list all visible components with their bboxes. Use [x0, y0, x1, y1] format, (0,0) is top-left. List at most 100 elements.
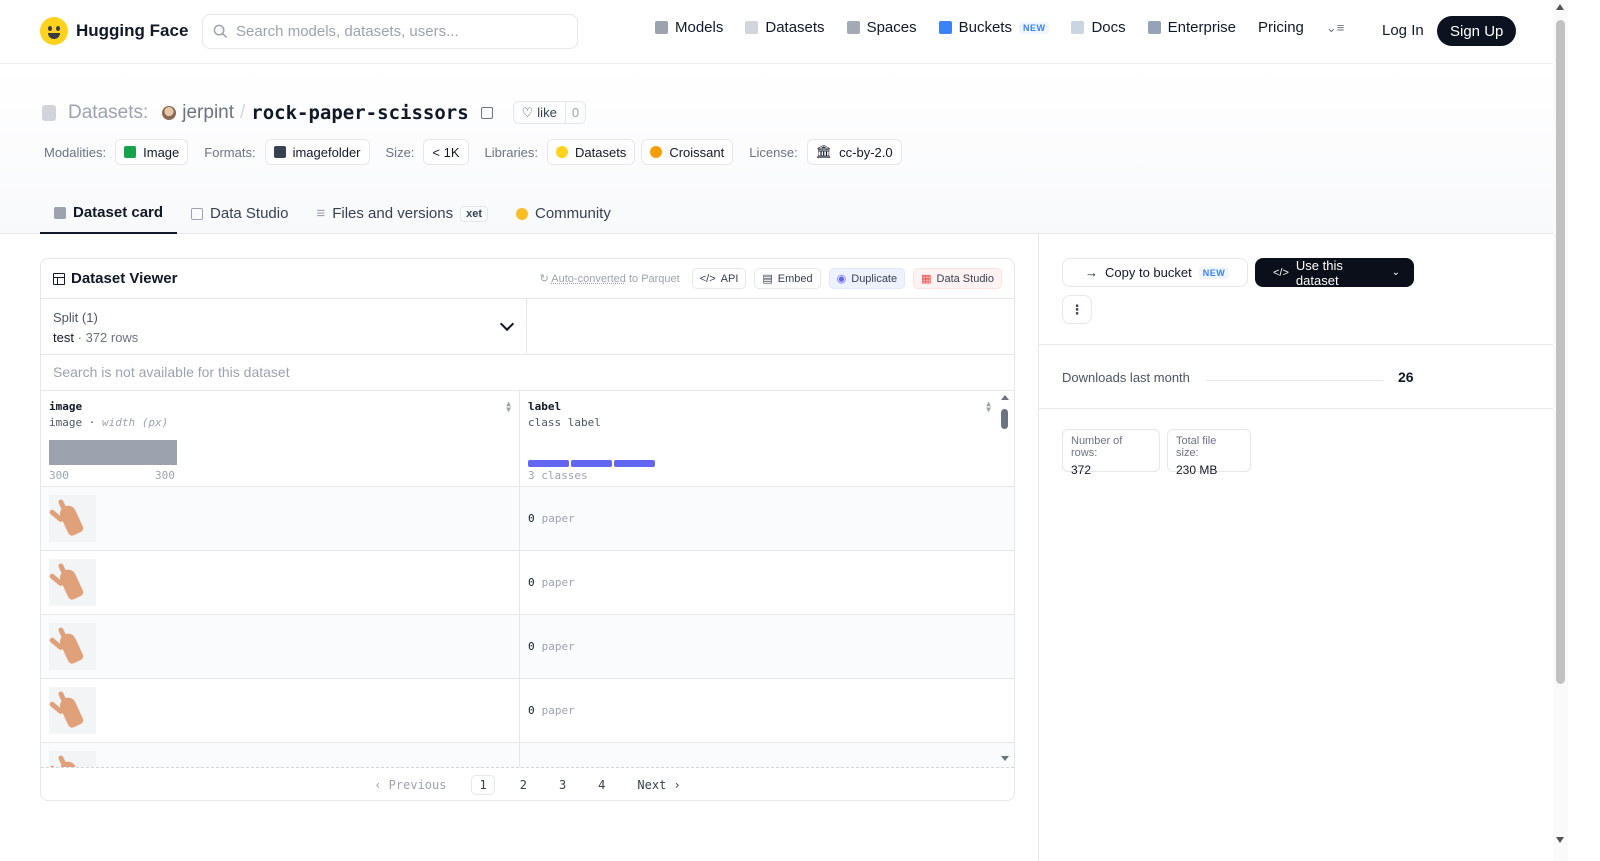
sort-icon[interactable]: ▲ ▼	[986, 400, 991, 414]
book-icon	[1071, 21, 1085, 34]
image-thumbnail[interactable]	[49, 687, 96, 734]
width-histogram	[49, 440, 177, 465]
nav-buckets[interactable]: Buckets NEW	[938, 19, 1050, 36]
auto-converted-note[interactable]: ↻ Auto-converted to Parquet	[540, 272, 680, 285]
dataset-metadata: Modalities: Image Formats: imagefolder S…	[44, 139, 918, 165]
section-prefix[interactable]: Datasets:	[68, 102, 148, 124]
repo-tabs: Dataset card Data Studio ≡ Files and vers…	[40, 193, 625, 234]
class-distribution	[528, 460, 655, 467]
data-studio-button[interactable]: ▦ Data Studio	[913, 268, 1002, 289]
tab-data-studio[interactable]: Data Studio	[177, 193, 302, 234]
owner-link[interactable]: jerpint	[182, 102, 234, 124]
divider	[1039, 344, 1553, 345]
croissant-icon	[650, 146, 663, 158]
page-2-button[interactable]: 2	[513, 776, 534, 794]
community-icon	[516, 207, 528, 220]
xet-badge: xet	[460, 205, 488, 222]
downloads-label: Downloads last month	[1062, 370, 1190, 385]
database-icon	[745, 21, 759, 34]
tab-files[interactable]: ≡ Files and versions xet	[302, 193, 502, 234]
tab-dataset-card[interactable]: Dataset card	[40, 193, 178, 234]
cube-icon	[655, 21, 668, 34]
like-button[interactable]: ♡ like 0	[512, 101, 587, 124]
brand-name: Hugging Face	[76, 21, 189, 40]
more-options-button[interactable]: ⋮	[1062, 295, 1092, 324]
copy-icon[interactable]	[480, 106, 493, 119]
login-link[interactable]: Log In	[1382, 22, 1424, 39]
size-chip[interactable]: < 1K	[423, 139, 469, 165]
repo-title: Datasets: jerpint / rock-paper-scissors …	[42, 101, 587, 124]
page-4-button[interactable]: 4	[591, 776, 612, 794]
image-icon	[124, 146, 137, 158]
code-icon: </>	[1273, 266, 1289, 279]
license-chip[interactable]: 🏛 cc-by-2.0	[806, 139, 902, 165]
image-thumbnail[interactable]	[49, 495, 96, 542]
downloads-sparkline	[1206, 380, 1383, 381]
data-table: image image · width (px) ▲ ▼ 300 300 labe…	[41, 391, 1014, 767]
search-input[interactable]	[236, 23, 556, 40]
hugging-face-logo-icon	[40, 17, 68, 45]
bank-icon: 🏛	[815, 144, 833, 159]
nav-spaces[interactable]: Spaces	[846, 19, 917, 36]
split-selector[interactable]: Split (1) test · 372 rows	[41, 299, 527, 354]
page-scrollbar[interactable]	[1553, 0, 1568, 861]
search-icon	[213, 24, 228, 39]
more-menu-icon[interactable]: ⌄≡	[1326, 20, 1344, 36]
image-thumbnail[interactable]	[49, 559, 96, 606]
image-thumbnail[interactable]	[49, 751, 96, 767]
library-croissant-chip[interactable]: Croissant	[641, 139, 734, 165]
downloads-value: 26	[1398, 369, 1414, 385]
new-badge: NEW	[1198, 266, 1230, 279]
folder-icon	[273, 146, 286, 158]
sidebar-divider	[1038, 234, 1039, 861]
grid-icon	[846, 21, 860, 34]
file-size-stat: Total file size: 230 MB	[1167, 429, 1251, 477]
api-button[interactable]: </> API	[691, 268, 747, 289]
image-thumbnail[interactable]	[49, 623, 96, 670]
dataset-viewer: Dataset Viewer ↻ Auto-converted to Parqu…	[40, 258, 1015, 801]
use-dataset-button[interactable]: </> Use this dataset ⌄	[1255, 258, 1414, 288]
tab-community[interactable]: Community	[502, 193, 625, 234]
table-row[interactable]: 0 paper	[41, 551, 1014, 615]
table-row[interactable]: 0 paper	[41, 615, 1014, 679]
nav-docs[interactable]: Docs	[1071, 19, 1126, 36]
table-row[interactable]	[41, 743, 1014, 767]
table-icon: ▦	[921, 273, 932, 285]
heart-icon: ♡	[521, 104, 534, 120]
nav-datasets[interactable]: Datasets	[745, 19, 825, 36]
pagination: ‹ Previous 1 2 3 4 Next ›	[41, 767, 1014, 800]
library-datasets-chip[interactable]: Datasets	[547, 139, 636, 165]
previous-page-button[interactable]: ‹ Previous	[367, 776, 453, 794]
page-3-button[interactable]: 3	[552, 776, 573, 794]
global-search[interactable]	[202, 14, 578, 49]
column-header-label[interactable]: label class label ▲ ▼ 3 classes	[520, 391, 999, 486]
signup-button[interactable]: Sign Up	[1437, 16, 1517, 46]
hugging-face-icon	[556, 146, 568, 158]
column-header-image[interactable]: image image · width (px) ▲ ▼ 300 300	[41, 391, 520, 486]
top-navbar: Hugging Face Models Datasets Spaces Buck…	[0, 0, 1553, 64]
duplicate-button[interactable]: ◉ Duplicate	[828, 268, 906, 289]
embed-icon: ▤	[762, 273, 773, 285]
nav-pricing[interactable]: Pricing	[1258, 19, 1304, 36]
bucket-icon	[938, 21, 952, 34]
table-scrollbar[interactable]	[1000, 391, 1010, 767]
page-1-button[interactable]: 1	[471, 774, 495, 795]
code-icon: </>	[699, 272, 716, 285]
new-badge: NEW	[1018, 21, 1050, 34]
rows-stat: Number of rows: 372	[1062, 429, 1160, 477]
logo[interactable]: Hugging Face	[40, 17, 188, 45]
format-chip[interactable]: imagefolder	[264, 139, 370, 165]
nav-models[interactable]: Models	[655, 19, 723, 36]
repo-name[interactable]: rock-paper-scissors	[251, 102, 468, 124]
modality-chip[interactable]: Image	[115, 139, 189, 165]
copy-to-bucket-button[interactable]: → Copy to bucket NEW	[1062, 258, 1248, 287]
nav-enterprise[interactable]: Enterprise	[1147, 19, 1236, 36]
table-icon	[53, 272, 65, 285]
table-row[interactable]: 0 paper	[41, 679, 1014, 743]
path-separator: /	[240, 101, 246, 123]
embed-button[interactable]: ▤ Embed	[754, 268, 821, 289]
next-page-button[interactable]: Next ›	[630, 776, 687, 794]
table-row[interactable]: 0 paper	[41, 487, 1014, 551]
sort-icon[interactable]: ▲ ▼	[506, 400, 511, 414]
viewer-search-note: Search is not available for this dataset	[41, 355, 1014, 391]
